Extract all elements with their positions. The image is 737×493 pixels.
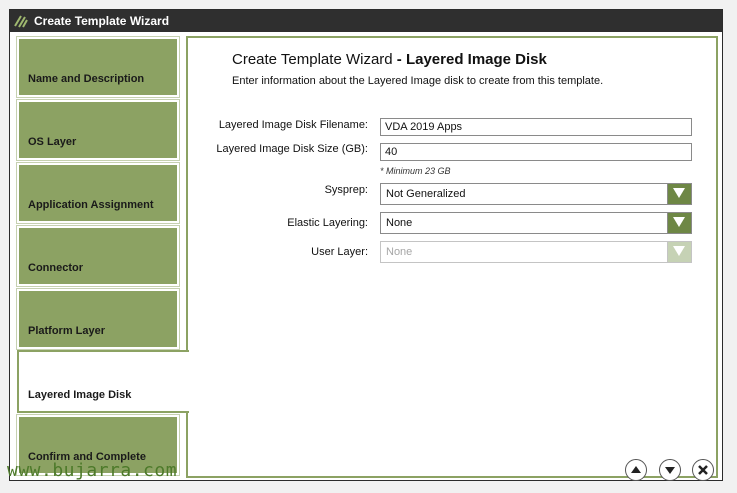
page-title: Create Template Wizard - Layered Image D… xyxy=(232,51,547,68)
elastic-layering-label: Elastic Layering: xyxy=(287,217,368,229)
step-name-and-description[interactable]: Name and Description xyxy=(16,36,180,98)
sysprep-dropdown-button[interactable] xyxy=(667,184,691,204)
close-icon xyxy=(698,465,708,475)
elastic-layering-select[interactable]: None xyxy=(380,212,692,234)
step-connector[interactable]: Connector xyxy=(16,225,180,287)
title-bar: Create Template Wizard xyxy=(10,10,722,32)
size-input[interactable]: 40 xyxy=(380,143,692,161)
wizard-window: Create Template Wizard Name and Descript… xyxy=(9,9,723,481)
elastic-layering-dropdown-button[interactable] xyxy=(667,213,691,233)
step-platform-layer[interactable]: Platform Layer xyxy=(16,288,180,350)
user-layer-value: None xyxy=(386,246,413,258)
user-layer-select: None xyxy=(380,241,692,263)
window-title: Create Template Wizard xyxy=(34,14,170,28)
arrow-down-icon xyxy=(665,467,675,474)
chevron-down-icon xyxy=(673,188,685,198)
user-layer-dropdown-button xyxy=(667,242,691,262)
step-layered-image-disk[interactable]: Layered Image Disk xyxy=(17,350,189,413)
user-layer-label: User Layer: xyxy=(311,246,368,258)
previous-button[interactable] xyxy=(625,459,647,481)
size-label: Layered Image Disk Size (GB): xyxy=(216,143,368,155)
watermark: www.bujarra.com xyxy=(7,460,178,481)
filename-label: Layered Image Disk Filename: xyxy=(218,119,368,131)
elastic-layering-value: None xyxy=(386,217,413,229)
sysprep-label: Sysprep: xyxy=(324,184,368,196)
chevron-down-icon xyxy=(673,217,685,227)
next-button[interactable] xyxy=(659,459,681,481)
arrow-up-icon xyxy=(631,466,641,473)
size-hint: * Minimum 23 GB xyxy=(380,166,451,176)
close-button[interactable] xyxy=(692,459,714,481)
step-application-assignment[interactable]: Application Assignment xyxy=(16,162,180,224)
step-os-layer[interactable]: OS Layer xyxy=(16,99,180,161)
filename-input[interactable]: VDA 2019 Apps xyxy=(380,118,692,136)
sysprep-select[interactable]: Not Generalized xyxy=(380,183,692,205)
sysprep-value: Not Generalized xyxy=(386,188,466,200)
chevron-down-icon xyxy=(673,246,685,256)
content-panel: Create Template Wizard - Layered Image D… xyxy=(186,36,718,481)
app-logo-icon xyxy=(14,15,28,28)
page-subtitle: Enter information about the Layered Imag… xyxy=(232,75,604,87)
